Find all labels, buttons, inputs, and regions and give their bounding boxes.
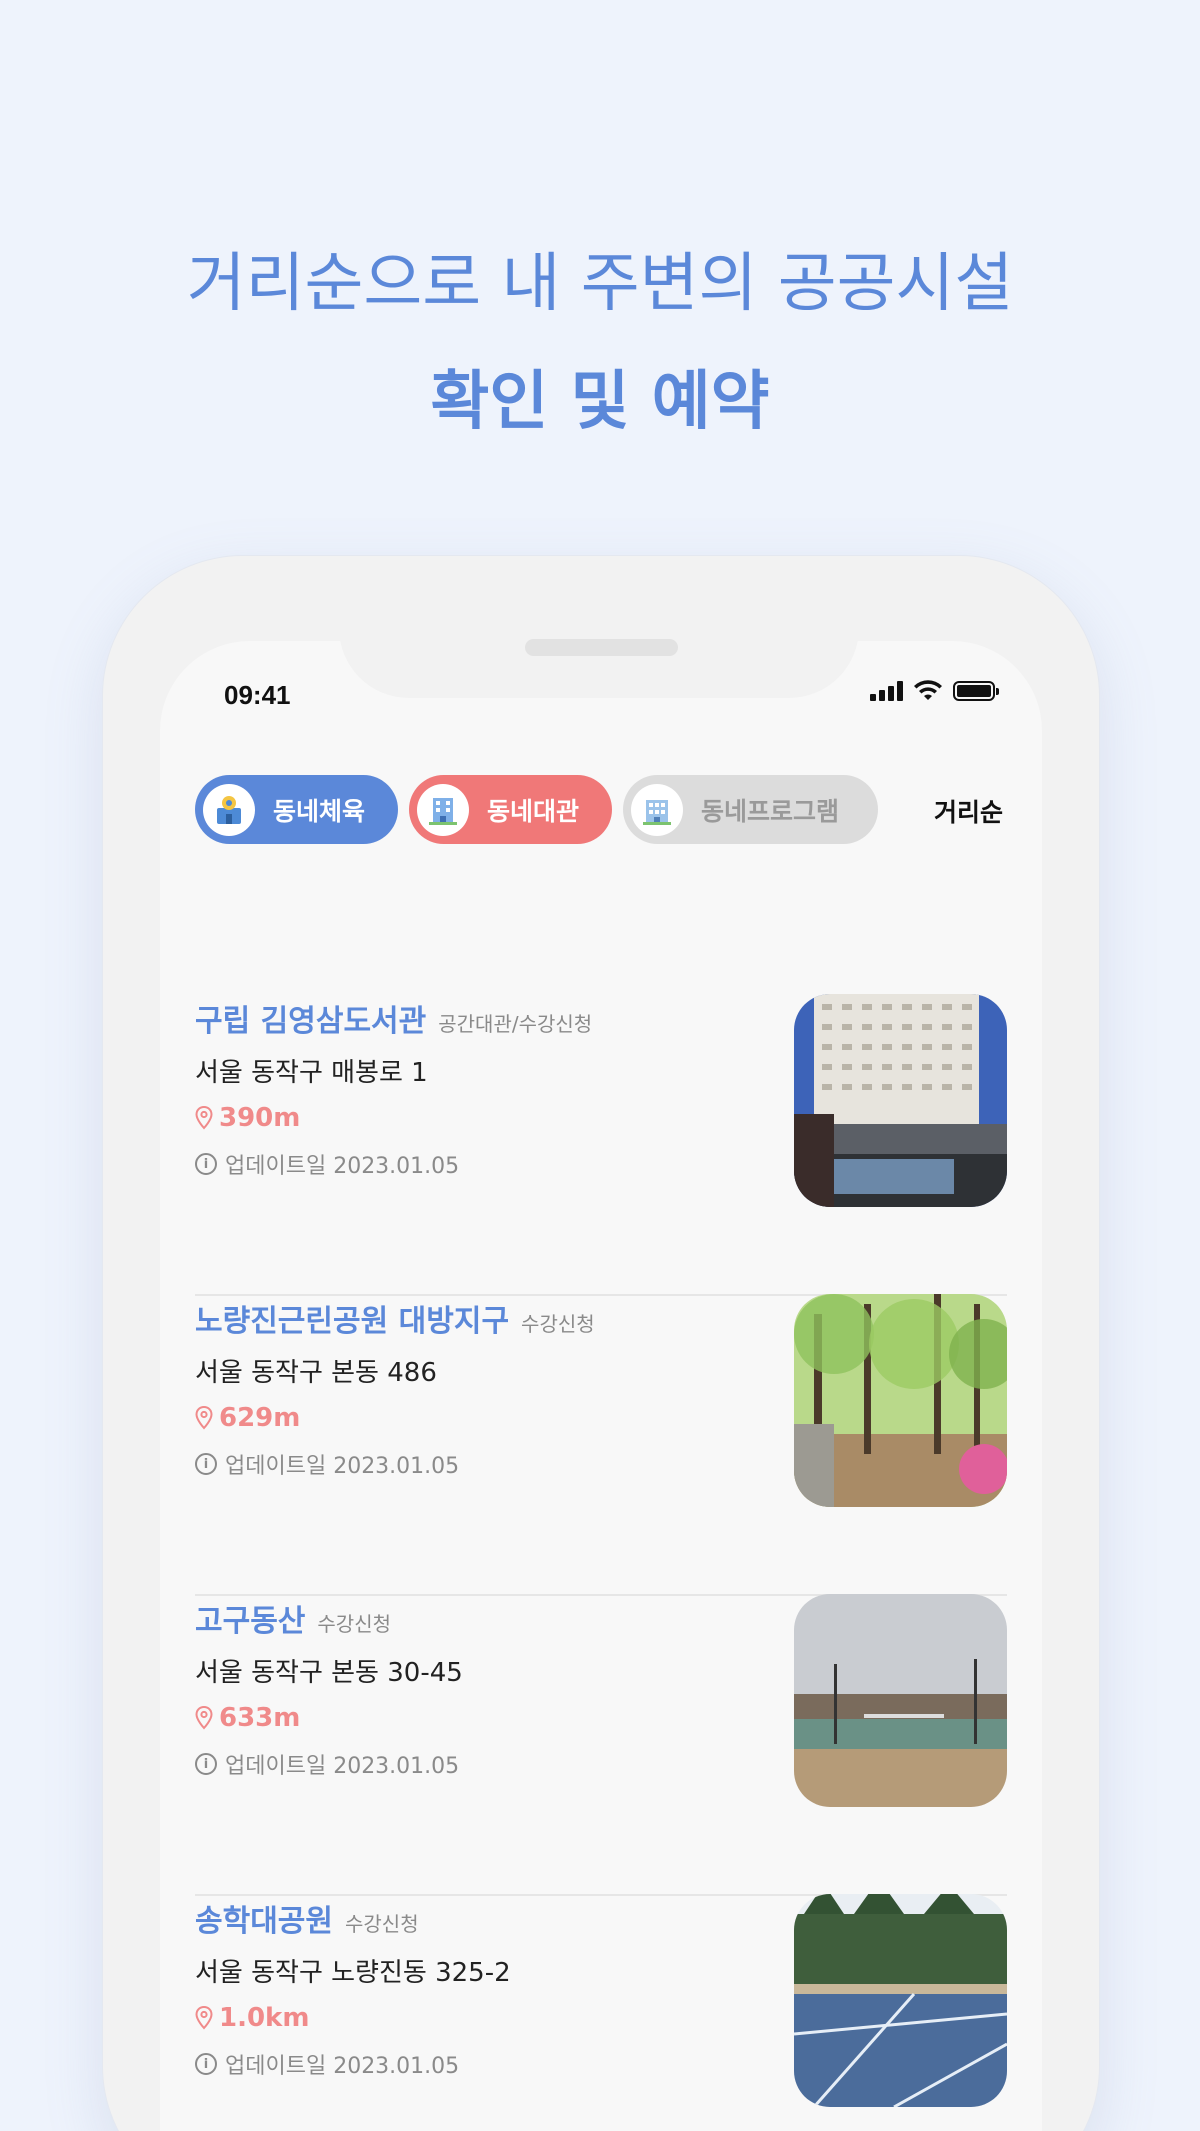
- info-icon: i: [195, 2053, 217, 2075]
- headline-line-2: 확인 및 예약: [430, 365, 770, 439]
- location-pin-icon: [195, 1106, 213, 1130]
- facility-photo: [794, 994, 1007, 1207]
- facility-tag: 수강신청: [345, 1912, 419, 1936]
- signal-icon: [870, 681, 903, 701]
- tab-rental[interactable]: 동네대관: [409, 775, 612, 844]
- facility-name: 구립 김영삼도서관: [195, 1004, 427, 1039]
- updated-date: 업데이트일 2023.01.05: [225, 1754, 460, 1779]
- facility-distance: 633m: [195, 1703, 300, 1733]
- promo-headline: 거리순으로 내 주변의 공공시설 확인 및 예약: [0, 225, 1200, 461]
- sports-facility-icon: [203, 783, 255, 836]
- facility-photo: [794, 1594, 1007, 1807]
- category-tabs: 동네체육 동네대관 동네프로그램: [195, 775, 878, 844]
- info-icon: i: [195, 1753, 217, 1775]
- status-bar: 09:41: [160, 672, 999, 716]
- distance-value: 390m: [219, 1103, 301, 1133]
- facility-photo: [794, 1294, 1007, 1507]
- updated-date: 업데이트일 2023.01.05: [225, 2054, 460, 2079]
- facility-tag: 공간대관/수강신청: [438, 1012, 593, 1036]
- program-building-icon: [631, 783, 683, 836]
- facility-address: 서울 동작구 매봉로 1: [195, 1058, 428, 1088]
- tab-sports-label: 동네체육: [273, 796, 366, 826]
- location-pin-icon: [195, 1406, 213, 1430]
- location-pin-icon: [195, 1706, 213, 1730]
- facility-tag: 수강신청: [317, 1612, 392, 1636]
- distance-value: 629m: [219, 1403, 301, 1433]
- facility-updated: i 업데이트일 2023.01.05: [195, 1148, 459, 1180]
- facility-item[interactable]: 송학대공원 수강신청 서울 동작구 노량진동 325-2 1.0km i 업데이…: [195, 1894, 1007, 2131]
- building-rental-icon: [417, 783, 469, 836]
- facility-name: 고구동산: [195, 1604, 306, 1639]
- facility-distance: 629m: [195, 1403, 300, 1433]
- facility-distance: 1.0km: [195, 2003, 309, 2033]
- facility-name: 송학대공원: [195, 1904, 333, 1939]
- status-time: 09:41: [224, 680, 291, 710]
- facility-item[interactable]: 구립 김영삼도서관 공간대관/수강신청 서울 동작구 매봉로 1 390m i …: [195, 994, 1007, 1296]
- location-pin-icon: [195, 2006, 213, 2030]
- phone-speaker: [525, 639, 678, 656]
- facility-item[interactable]: 고구동산 수강신청 서울 동작구 본동 30-45 633m i 업데이트일 2…: [195, 1594, 1007, 1896]
- facility-distance: 390m: [195, 1103, 300, 1133]
- info-icon: i: [195, 1153, 217, 1175]
- wifi-icon: [914, 680, 942, 700]
- updated-date: 업데이트일 2023.01.05: [225, 1454, 460, 1479]
- facility-tag: 수강신청: [521, 1312, 595, 1336]
- tab-rental-label: 동네대관: [487, 796, 580, 826]
- tab-sports[interactable]: 동네체육: [195, 775, 398, 844]
- facility-address: 서울 동작구 노량진동 325-2: [195, 1958, 511, 1988]
- facility-name: 노량진근린공원 대방지구: [195, 1304, 510, 1339]
- tab-program[interactable]: 동네프로그램: [623, 775, 878, 844]
- updated-date: 업데이트일 2023.01.05: [225, 1154, 460, 1179]
- headline-line-1: 거리순으로 내 주변의 공공시설: [186, 247, 1014, 321]
- tab-program-label: 동네프로그램: [701, 796, 840, 826]
- facility-updated: i 업데이트일 2023.01.05: [195, 1748, 459, 1780]
- distance-value: 1.0km: [219, 2003, 310, 2033]
- facility-address: 서울 동작구 본동 486: [195, 1358, 437, 1388]
- distance-value: 633m: [219, 1703, 301, 1733]
- facility-item[interactable]: 노량진근린공원 대방지구 수강신청 서울 동작구 본동 486 629m i 업…: [195, 1294, 1007, 1596]
- facility-updated: i 업데이트일 2023.01.05: [195, 2048, 459, 2080]
- facility-address: 서울 동작구 본동 30-45: [195, 1658, 463, 1688]
- info-icon: i: [195, 1453, 217, 1475]
- facility-list: 구립 김영삼도서관 공간대관/수강신청 서울 동작구 매봉로 1 390m i …: [195, 994, 1007, 2131]
- sort-by-distance-button[interactable]: 거리순: [934, 793, 1003, 829]
- facility-updated: i 업데이트일 2023.01.05: [195, 1448, 459, 1480]
- battery-icon: [953, 681, 999, 701]
- facility-photo: [794, 1894, 1007, 2107]
